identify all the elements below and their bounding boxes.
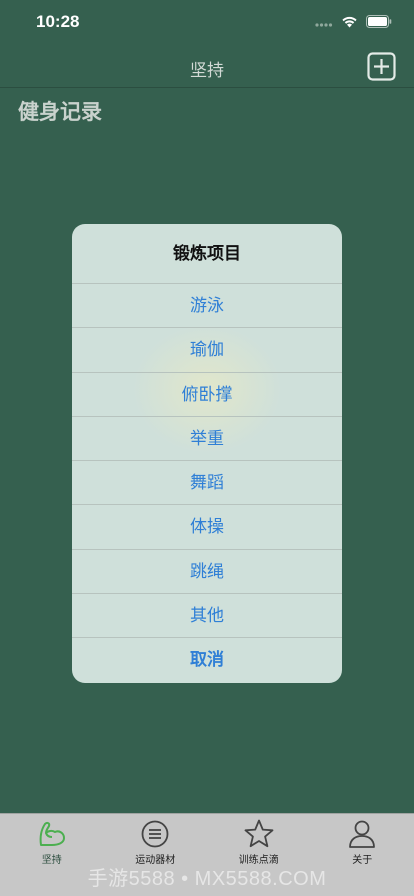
plus-square-icon (367, 52, 396, 81)
page-title: 坚持 (190, 61, 224, 81)
status-bar: 10:28 (0, 0, 414, 44)
tab-training-notes[interactable]: 训练点滴 (207, 818, 311, 868)
option-jump-rope[interactable]: 跳绳 (72, 550, 342, 595)
option-other[interactable]: 其他 (72, 594, 342, 639)
watermark: 手游5588 • MX5588.COM (87, 868, 327, 890)
option-weightlifting[interactable]: 举重 (72, 417, 342, 462)
tab-equipment[interactable]: 运动器材 (104, 818, 208, 868)
status-icons (315, 15, 392, 28)
exercise-type-dialog: 锻炼项目 游泳 瑜伽 俯卧撑 举重 舞蹈 体操 跳绳 其他 取消 (72, 224, 342, 683)
tab-about[interactable]: 关于 (311, 818, 414, 868)
dialog-title: 锻炼项目 (72, 224, 342, 284)
arm-icon (39, 821, 65, 846)
section-title: 健身记录 (18, 100, 102, 124)
cancel-button[interactable]: 取消 (72, 638, 342, 682)
navigation-bar: 坚持 (0, 44, 414, 88)
tab-persist[interactable]: 坚持 (0, 818, 104, 868)
star-icon (244, 819, 274, 848)
status-time: 10:28 (36, 12, 80, 31)
option-yoga[interactable]: 瑜伽 (72, 328, 342, 373)
battery-icon (366, 15, 392, 28)
add-button[interactable] (367, 52, 396, 81)
option-gymnastics[interactable]: 体操 (72, 505, 342, 550)
signal-icon (315, 23, 333, 27)
person-icon (349, 820, 376, 848)
option-dance[interactable]: 舞蹈 (72, 461, 342, 506)
option-swimming[interactable]: 游泳 (72, 284, 342, 329)
wifi-icon (342, 16, 357, 28)
list-circle-icon (141, 820, 169, 848)
option-pushups[interactable]: 俯卧撑 (72, 373, 342, 417)
